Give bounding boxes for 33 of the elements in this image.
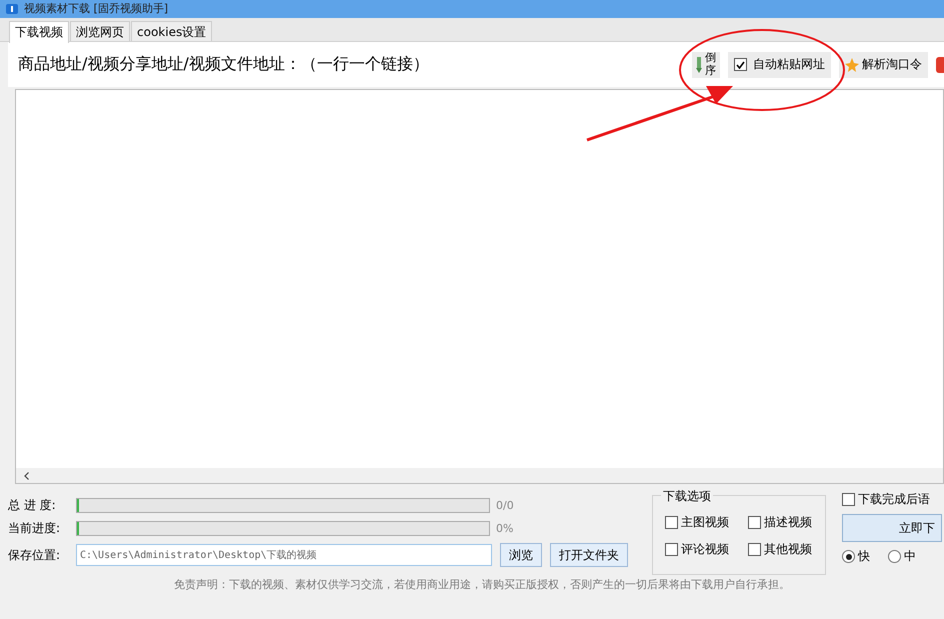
option-checkbox[interactable]: 描述视频 bbox=[748, 514, 825, 531]
checkmark-icon bbox=[736, 60, 745, 68]
window-title: 视频素材下载 [固乔视频助手] bbox=[24, 2, 168, 16]
tab[interactable]: 下载视频 bbox=[9, 21, 69, 43]
open-folder-button[interactable]: 打开文件夹 bbox=[550, 543, 628, 567]
start-download-button[interactable]: 立即下 bbox=[842, 514, 942, 542]
star-icon bbox=[845, 58, 859, 72]
option-checkbox[interactable]: 其他视频 bbox=[748, 541, 825, 558]
progress-label: 总 进 度: bbox=[8, 497, 57, 514]
group-title: 下载选项 bbox=[661, 488, 713, 505]
horizontal-scrollbar[interactable] bbox=[16, 468, 943, 483]
option-checkbox[interactable]: 主图视频 bbox=[665, 514, 742, 531]
speed-radio[interactable]: 快 bbox=[842, 548, 870, 565]
browse-button[interactable]: 浏览 bbox=[500, 543, 542, 567]
after-done-checkbox[interactable]: 下载完成后语 bbox=[842, 491, 942, 508]
tab[interactable]: 浏览网页 bbox=[70, 21, 130, 41]
sort-icon bbox=[696, 56, 702, 72]
url-input-area[interactable] bbox=[15, 89, 944, 484]
parse-button[interactable]: 解析淘口令 bbox=[839, 52, 928, 78]
speed-radio[interactable]: 中 bbox=[888, 548, 916, 565]
scroll-left-icon[interactable] bbox=[24, 472, 29, 480]
reverse-button[interactable]: 倒序 bbox=[692, 52, 720, 78]
app-icon bbox=[6, 4, 18, 14]
save-location-label: 保存位置: bbox=[8, 546, 62, 564]
progress-label: 当前进度: bbox=[8, 520, 62, 537]
url-label: 商品地址/视频分享地址/视频文件地址：（一行一个链接） bbox=[18, 54, 429, 75]
progress-reading: 0% bbox=[496, 522, 514, 535]
save-path-field[interactable]: C:\Users\Administrator\Desktop\下载的视频 bbox=[76, 544, 492, 566]
disclaimer-text: 免责声明：下载的视频、素材仅供学习交流，若使用商业用途，请购买正版授权，否则产生的一切后果将由下载用户自行承担。 bbox=[173, 577, 791, 592]
auto-paste-checkbox[interactable]: 自动粘贴网址 bbox=[728, 52, 831, 78]
progress-reading: 0/0 bbox=[496, 499, 514, 512]
tab[interactable]: cookies设置 bbox=[131, 21, 212, 41]
option-checkbox[interactable]: 评论视频 bbox=[665, 541, 742, 558]
